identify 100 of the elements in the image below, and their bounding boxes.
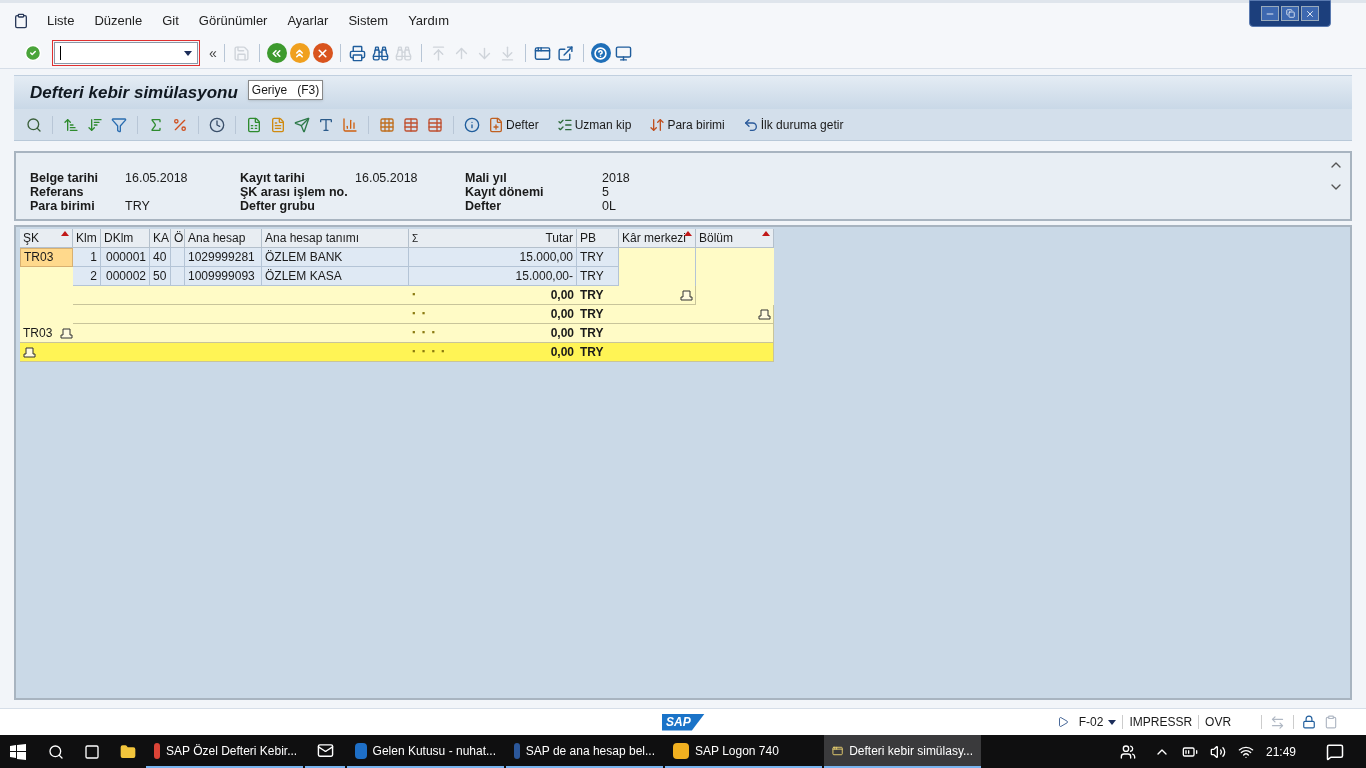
dropdown-arrow-icon[interactable] <box>1108 719 1117 725</box>
clock[interactable]: 21:49 <box>1265 742 1296 761</box>
collapse-toggle[interactable]: « <box>209 42 217 64</box>
table-icon <box>403 116 419 133</box>
menu-item[interactable]: Sistem <box>342 10 395 31</box>
column-header[interactable]: ŞK <box>20 229 73 248</box>
toolbar-button[interactable]: Defter <box>486 113 541 136</box>
clipboard-icon[interactable] <box>1324 715 1339 729</box>
menu-icon[interactable] <box>13 12 29 29</box>
total-level-marker: ▪ <box>412 288 418 302</box>
sap-logo: SAP <box>662 713 705 731</box>
taskbar-app[interactable]: SAP Logon 740 <box>665 735 822 768</box>
restore-icon <box>1285 9 1295 18</box>
amount-cell: 15.000,00 <box>409 248 577 267</box>
column-header[interactable]: DKlm <box>101 229 150 248</box>
play-icon[interactable] <box>1056 716 1069 728</box>
field-label: ŞK arası işlem no. <box>240 185 349 199</box>
field-label: Kayıt dönemi <box>465 185 545 199</box>
binoculars-button[interactable] <box>370 43 391 63</box>
taskbar-app[interactable]: SAP de ana hesap bel... <box>506 735 663 768</box>
tooltip-label: Geriye <box>251 82 288 99</box>
taskbar-app[interactable]: Defteri kebir simülasy... <box>824 735 981 768</box>
column-header[interactable]: PB <box>577 229 619 248</box>
monitor-icon <box>615 44 633 62</box>
menu-item[interactable]: Görünümler <box>192 10 274 31</box>
menu-item[interactable]: Liste <box>41 10 81 31</box>
menu-item[interactable]: Git <box>156 10 185 31</box>
toolbar-button[interactable]: Uzman kip <box>554 113 634 136</box>
transaction-code[interactable]: F-02 <box>1078 713 1104 731</box>
total-currency: TRY <box>580 344 604 361</box>
column-title: Ana hesap tanımı <box>265 230 360 247</box>
field-label: Kayıt tarihi <box>240 171 306 185</box>
table-cell <box>171 267 185 286</box>
tooltip-shortcut: (F3) <box>297 82 320 99</box>
people-icon[interactable] <box>1119 743 1136 760</box>
monitor-button[interactable] <box>613 43 634 63</box>
check-icon <box>24 44 42 62</box>
task-view-icon[interactable] <box>84 743 100 760</box>
binoculars-icon <box>395 44 413 62</box>
command-field[interactable] <box>54 42 198 64</box>
menu-item[interactable]: Yardım <box>402 10 456 31</box>
envelope-icon <box>316 742 334 759</box>
notifications-icon[interactable] <box>1326 742 1344 761</box>
account-name-cell: ÖZLEM KASA <box>262 267 409 286</box>
currency-cell: TRY <box>577 267 619 286</box>
server-name: IMPRESSR <box>1129 714 1193 731</box>
search-icon[interactable] <box>48 743 64 760</box>
sum-icon <box>148 116 164 133</box>
folder-icon[interactable] <box>120 743 136 760</box>
shortcut-button[interactable] <box>555 43 576 63</box>
column-header[interactable]: Kâr merkezi <box>619 229 696 248</box>
close-button[interactable] <box>1301 6 1319 21</box>
sort-arrow-icon <box>762 231 770 236</box>
send-icon <box>294 116 310 133</box>
field-label: Belge tarihi <box>30 171 100 185</box>
currency-cell: TRY <box>577 248 619 267</box>
total-amount: 0,00 <box>550 325 574 342</box>
taskbar-app[interactable]: SAP Özel Defteri Kebir... <box>146 735 303 768</box>
lock-icon[interactable] <box>1302 715 1317 729</box>
total-currency: TRY <box>580 287 604 304</box>
taskbar-app[interactable]: Gelen Kutusu - nuhat... <box>347 735 504 768</box>
column-header[interactable]: Ana hesap tanımı <box>262 229 409 248</box>
column-header[interactable]: Klm <box>73 229 101 248</box>
field-value: 5 <box>602 185 609 199</box>
cancel-button[interactable] <box>312 43 333 63</box>
screen-title: Defteri kebir simülasyonu <box>30 81 238 104</box>
insert-mode[interactable]: OVR <box>1205 713 1232 731</box>
line-cell: 000002 <box>101 267 150 286</box>
printer-button[interactable] <box>347 43 368 63</box>
help-button[interactable] <box>590 43 611 63</box>
spreadsheet-icon <box>246 116 262 133</box>
total-level-marker: ▪ ▪ ▪ ▪ <box>412 345 447 359</box>
arrows-icon <box>649 116 666 133</box>
column-title: Bölüm <box>699 230 733 247</box>
menu-item[interactable]: Ayarlar <box>281 10 335 31</box>
dropdown-arrow-icon[interactable] <box>184 50 192 56</box>
field-label: Referans <box>30 185 85 199</box>
printer-icon <box>349 44 367 62</box>
column-title: Ana hesap <box>188 230 246 247</box>
key-cell: 40 <box>150 248 171 267</box>
toolbar-button[interactable]: İlk duruma getir <box>740 113 846 136</box>
bar-chart-icon <box>342 116 358 133</box>
column-header[interactable]: Σ Tutar <box>409 229 577 248</box>
toolbar-button[interactable]: Para birimi <box>647 113 727 136</box>
volume-icon[interactable] <box>1209 743 1226 760</box>
sort-ascending-icon <box>63 116 79 133</box>
restore-button[interactable] <box>1281 6 1299 21</box>
menu-item[interactable]: Düzenle <box>88 10 149 31</box>
enter-button[interactable] <box>23 43 43 63</box>
magnifier-icon <box>26 116 42 133</box>
back-button[interactable] <box>266 43 287 63</box>
subtotal-icon <box>758 308 771 320</box>
field-value: 16.05.2018 <box>355 171 418 185</box>
company-code-cell[interactable]: TR03 <box>20 248 73 267</box>
column-header[interactable]: Ana hesap <box>185 229 262 248</box>
save-icon <box>233 44 251 62</box>
column-header[interactable]: Bölüm <box>696 229 774 248</box>
help-icon <box>594 46 608 60</box>
column-title: Kâr merkezi <box>622 230 686 247</box>
start-icon[interactable] <box>10 743 26 760</box>
